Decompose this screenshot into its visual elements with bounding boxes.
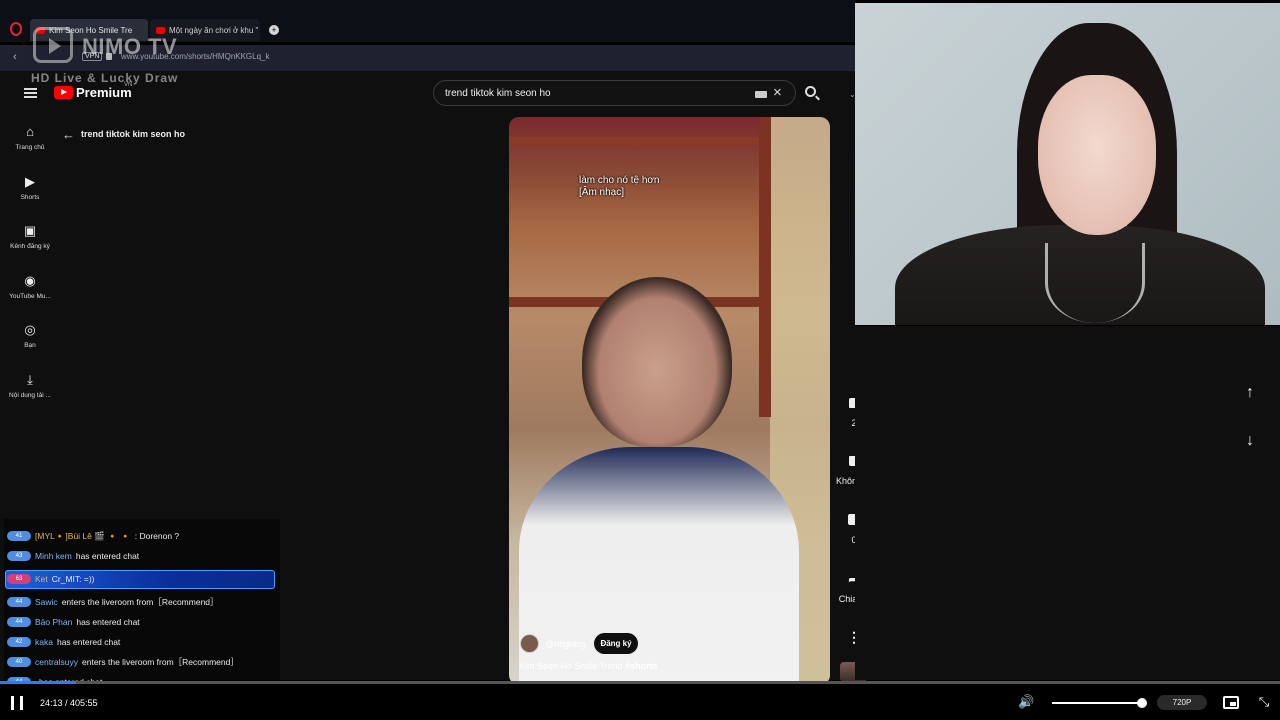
next-short-button[interactable]: ↓ bbox=[1240, 430, 1260, 452]
chat-username[interactable]: Sawic bbox=[35, 595, 58, 609]
shorts-icon: ▶ bbox=[25, 173, 35, 189]
channel-avatar[interactable] bbox=[520, 634, 539, 653]
subscribe-button[interactable]: Đăng ký bbox=[594, 633, 638, 654]
results-back-icon[interactable]: ← bbox=[62, 127, 75, 142]
previous-short-button[interactable]: ↑ bbox=[1240, 382, 1260, 404]
nimo-logo-icon bbox=[33, 27, 73, 63]
sidebar-item-shorts[interactable]: ▶ Shorts bbox=[0, 169, 60, 219]
level-badge: 42 bbox=[7, 637, 31, 647]
chat-text: enters the liveroom from［Recommend］ bbox=[61, 597, 219, 607]
sidebar-item-label: Shorts bbox=[20, 193, 40, 201]
sidebar-item-music[interactable]: ◉ YouTube Mu... bbox=[0, 268, 60, 318]
volume-icon[interactable]: 🔊 bbox=[1018, 695, 1036, 709]
chat-message: 63 Ket Cr_MIT: =)) bbox=[7, 572, 95, 586]
chat-message: 43 Minh kem has entered chat bbox=[7, 549, 139, 563]
chat-message: 44 Sawic enters the liveroom from［Recomm… bbox=[7, 595, 219, 609]
opera-logo-icon[interactable] bbox=[10, 22, 22, 36]
volume-fill bbox=[1052, 702, 1142, 704]
level-badge: 44 bbox=[7, 617, 31, 627]
menu-icon[interactable] bbox=[24, 88, 37, 98]
short-title-text: Kim Seon Ho Smile Trend bbox=[519, 661, 623, 671]
video-person-body bbox=[519, 447, 799, 685]
level-badge: 43 bbox=[7, 551, 31, 561]
hashtag-link[interactable]: #shorts bbox=[625, 661, 658, 671]
search-input[interactable]: trend tiktok kim seon ho bbox=[445, 88, 551, 99]
music-icon: ◉ bbox=[24, 272, 36, 288]
tab-label: Một ngày ăn chơi ở khu " bbox=[169, 25, 259, 35]
watermark-subtitle: HD Live & Lucky Draw bbox=[31, 71, 179, 85]
chat-username[interactable]: centralsuyy bbox=[35, 655, 78, 669]
subscriptions-icon: ▣ bbox=[23, 223, 37, 238]
caption-line: [Âm nhạc] bbox=[579, 187, 625, 198]
sidebar-item-label: Bạn bbox=[24, 342, 36, 349]
new-tab-button[interactable]: + bbox=[269, 25, 279, 35]
sidebar-item-you[interactable]: ◎ Bạn bbox=[0, 317, 60, 367]
clear-search-icon[interactable]: × bbox=[773, 85, 782, 100]
caption-line: làm cho nó tệ hơn bbox=[579, 175, 660, 186]
sidebar: ⌂ Trang chủ ▶ Shorts ▣ Kênh đăng ký ◉ Yo… bbox=[0, 119, 60, 416]
video-bunk-bed bbox=[759, 117, 771, 417]
sidebar-item-home[interactable]: ⌂ Trang chủ bbox=[0, 119, 60, 169]
level-badge: 63 bbox=[7, 574, 31, 584]
chat-message: 40 centralsuyy enters the liveroom from［… bbox=[7, 655, 239, 669]
chat-message: 41 [MYL🔸]Bùi Lê 🎬 🔸 🔸 : Dorenon ? bbox=[7, 529, 179, 543]
video-person-head bbox=[582, 277, 732, 447]
youtube-favicon-icon bbox=[156, 26, 165, 34]
picture-in-picture-icon[interactable] bbox=[1223, 696, 1239, 709]
chat-username[interactable]: Bảo Phan bbox=[35, 615, 72, 629]
results-title: trend tiktok kim seon ho bbox=[81, 129, 186, 139]
watermark-brand: NIMO TV bbox=[82, 34, 178, 59]
youtube-logo-icon[interactable] bbox=[54, 86, 73, 99]
exit-fullscreen-icon[interactable]: ⤡ bbox=[1256, 694, 1272, 710]
time-display: 24:13 / 405:55 bbox=[40, 698, 98, 708]
chat-text: : Dorenon ? bbox=[134, 531, 180, 541]
home-icon: ⌂ bbox=[26, 124, 34, 139]
chat-text: has entered chat bbox=[76, 617, 140, 627]
chat-message: 44 Bảo Phan has entered chat bbox=[7, 615, 140, 629]
keyboard-icon[interactable] bbox=[755, 91, 767, 98]
pause-icon[interactable] bbox=[11, 696, 23, 710]
chat-username[interactable]: [MYL🔸]Bùi Lê 🎬 🔸 🔸 bbox=[35, 529, 131, 543]
search-icon bbox=[805, 86, 816, 97]
sidebar-item-subscriptions[interactable]: ▣ Kênh đăng ký bbox=[0, 218, 60, 268]
video-bunk-bed bbox=[509, 137, 769, 145]
chat-username[interactable]: Ket bbox=[35, 572, 48, 586]
chat-text: Cr_MIT: =)) bbox=[51, 574, 95, 584]
download-icon: ⤓ bbox=[27, 371, 33, 387]
chat-text: has entered chat bbox=[56, 637, 121, 647]
webcam-collar bbox=[1045, 243, 1145, 323]
chat-text: has entered chat bbox=[75, 551, 140, 561]
channel-handle[interactable]: @hhgiang bbox=[545, 639, 586, 649]
level-badge: 40 bbox=[7, 657, 31, 667]
volume-slider[interactable] bbox=[1052, 698, 1147, 708]
chat-text: enters the liveroom from［Recommend］ bbox=[82, 657, 239, 667]
live-chat: 41 [MYL🔸]Bùi Lê 🎬 🔸 🔸 : Dorenon ? 43 Min… bbox=[4, 519, 280, 683]
streamer-webcam bbox=[855, 3, 1280, 325]
chat-message: 42 kaka has entered chat bbox=[7, 635, 120, 649]
sidebar-item-label: YouTube Mu... bbox=[9, 292, 51, 300]
search-button[interactable] bbox=[796, 80, 826, 106]
search-box[interactable]: trend tiktok kim seon ho × bbox=[433, 80, 796, 106]
level-badge: 41 bbox=[7, 531, 31, 541]
sidebar-item-label: Nội dung tải ... bbox=[9, 391, 51, 399]
volume-knob[interactable] bbox=[1137, 698, 1147, 708]
short-title[interactable]: Kim Seon Ho Smile Trend #shorts bbox=[519, 661, 658, 671]
quality-button[interactable]: 720P bbox=[1157, 695, 1207, 710]
level-badge: 44 bbox=[7, 597, 31, 607]
you-icon: ◎ bbox=[24, 322, 36, 337]
chat-username[interactable]: Minh kem bbox=[35, 549, 72, 563]
sidebar-item-label: Trang chủ bbox=[15, 144, 45, 151]
webcam-face bbox=[1038, 75, 1156, 235]
sidebar-item-downloads[interactable]: ⤓ Nội dung tải ... bbox=[0, 367, 60, 417]
right-panel bbox=[855, 326, 1280, 680]
sidebar-item-label: Kênh đăng ký bbox=[10, 243, 50, 250]
player-controls: 24:13 / 405:55 🔊 720P ⤡ bbox=[0, 684, 1280, 720]
chat-username[interactable]: kaka bbox=[35, 635, 53, 649]
video-caption: làm cho nó tệ hơn [Âm nhạc] bbox=[579, 175, 660, 199]
browser-back-icon[interactable]: ‹ bbox=[13, 51, 17, 63]
short-video-player[interactable]: làm cho nó tệ hơn [Âm nhạc] @hhgiang Đăn… bbox=[509, 117, 830, 685]
